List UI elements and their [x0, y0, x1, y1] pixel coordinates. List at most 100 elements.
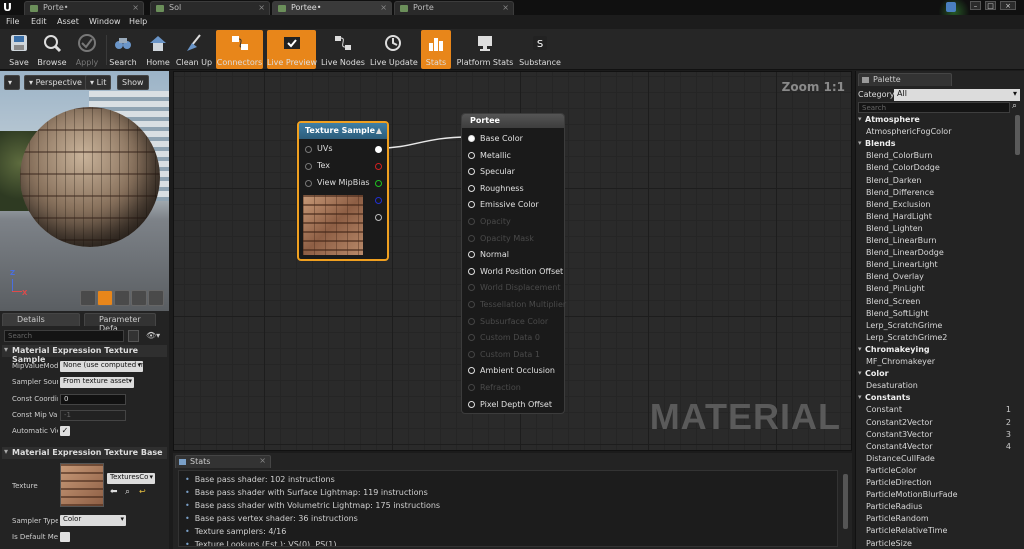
palette-item[interactable]: MF_Chromakeyer: [858, 357, 1013, 369]
material-graph-canvas[interactable]: Zoom 1:1 MATERIAL Texture Sample ▲ UVs Te…: [173, 71, 852, 451]
palette-category[interactable]: Blends: [858, 139, 1013, 151]
a-output-pin[interactable]: [375, 214, 382, 221]
palette-item[interactable]: Lerp_ScratchGrime: [858, 321, 1013, 333]
material-input-pin[interactable]: [468, 234, 475, 242]
tab-details[interactable]: Details: [2, 313, 80, 326]
tab-porte-2[interactable]: Porte ×: [394, 1, 514, 15]
section-texture-base[interactable]: Material Expression Texture Base: [2, 447, 167, 459]
collapse-arrow-icon[interactable]: ▲: [376, 126, 382, 135]
platform-stats-button[interactable]: Platform Stats: [456, 30, 514, 69]
eye-icon[interactable]: 👁▾: [146, 331, 160, 340]
tab-porte-1[interactable]: Porte• ×: [24, 1, 144, 15]
tab-palette[interactable]: Palette: [858, 73, 952, 86]
palette-item[interactable]: Constant4Vector 4: [858, 442, 1013, 454]
maximize-button[interactable]: □: [985, 1, 996, 10]
g-output-pin[interactable]: [375, 180, 382, 187]
details-search-input[interactable]: Search: [4, 330, 124, 342]
palette-item[interactable]: Constant2Vector 2: [858, 418, 1013, 430]
palette-item[interactable]: ParticleRandom: [858, 514, 1013, 526]
material-node-header[interactable]: Portee: [462, 114, 564, 128]
uvs-input-pin[interactable]: [305, 146, 312, 153]
perspective-button[interactable]: ▾ Perspective: [24, 75, 87, 90]
palette-item[interactable]: Blend_Lighten: [858, 224, 1013, 236]
palette-item[interactable]: Blend_ColorDodge: [858, 163, 1013, 175]
save-button[interactable]: Save: [4, 30, 34, 69]
material-input-pin[interactable]: [468, 367, 475, 375]
close-icon[interactable]: ×: [502, 3, 509, 12]
menu-file[interactable]: File: [6, 17, 19, 26]
tab-sol[interactable]: Sol ×: [150, 1, 270, 15]
menu-help[interactable]: Help: [129, 17, 147, 26]
search-icon[interactable]: ⌕: [1012, 101, 1017, 111]
connectors-button[interactable]: Connectors: [216, 30, 263, 69]
palette-item[interactable]: Blend_PinLight: [858, 284, 1013, 296]
plane-shape-button[interactable]: [114, 290, 130, 306]
substance-button[interactable]: S Substance: [518, 30, 562, 69]
palette-item[interactable]: Lerp_ScratchGrime2: [858, 333, 1013, 345]
tab-parameter-defaults[interactable]: Parameter Defa: [84, 313, 156, 333]
mip-value-mode-combo[interactable]: None (use computed m: [60, 361, 143, 372]
palette-item[interactable]: Blend_Screen: [858, 297, 1013, 309]
material-input-pin[interactable]: [468, 267, 475, 275]
sampler-source-combo[interactable]: From texture asset: [60, 377, 134, 388]
mipbias-input-pin[interactable]: [305, 180, 312, 187]
grid-view-icon[interactable]: [128, 330, 139, 342]
palette-item[interactable]: ParticleColor: [858, 466, 1013, 478]
tab-stats[interactable]: Stats ×: [175, 455, 271, 468]
cube-shape-button[interactable]: [131, 290, 147, 306]
menu-asset[interactable]: Asset: [57, 17, 79, 26]
material-input-pin[interactable]: [468, 334, 475, 342]
texture-sample-header[interactable]: Texture Sample ▲: [299, 123, 387, 139]
close-icon[interactable]: ×: [380, 3, 387, 12]
home-button[interactable]: Home: [144, 30, 172, 69]
lit-button[interactable]: ▾ Lit: [85, 75, 112, 90]
sampler-type-combo[interactable]: Color: [60, 515, 126, 526]
palette-item[interactable]: Blend_Darken: [858, 176, 1013, 188]
close-icon[interactable]: ×: [259, 456, 266, 465]
browse-button[interactable]: Browse: [37, 30, 67, 69]
is-default-meshpaint-checkbox[interactable]: [60, 532, 70, 542]
close-icon[interactable]: ×: [132, 3, 139, 12]
palette-item[interactable]: Constant3Vector 3: [858, 430, 1013, 442]
b-output-pin[interactable]: [375, 197, 382, 204]
palette-item[interactable]: Blend_Difference: [858, 188, 1013, 200]
material-input-pin[interactable]: [468, 317, 475, 325]
palette-item[interactable]: AtmosphericFogColor: [858, 127, 1013, 139]
palette-scrollbar[interactable]: [1015, 115, 1020, 155]
live-preview-button[interactable]: Live Preview: [267, 30, 317, 69]
palette-item[interactable]: ParticleRelativeTime: [858, 526, 1013, 538]
palette-item[interactable]: Blend_SoftLight: [858, 309, 1013, 321]
material-input-pin[interactable]: [468, 384, 475, 391]
material-input-pin[interactable]: [468, 151, 475, 159]
palette-item[interactable]: Blend_ColorBurn: [858, 151, 1013, 163]
material-input-pin[interactable]: [468, 350, 475, 358]
palette-item[interactable]: Blend_Overlay: [858, 272, 1013, 284]
clean-up-button[interactable]: Clean Up: [175, 30, 213, 69]
material-input-pin[interactable]: [468, 218, 475, 225]
use-selected-arrow-icon[interactable]: ⬅: [110, 487, 118, 497]
category-combo[interactable]: All: [894, 89, 1020, 101]
palette-item[interactable]: ParticleSize: [858, 539, 1013, 548]
apply-button[interactable]: Apply: [72, 30, 102, 69]
source-control-icon[interactable]: [946, 2, 956, 12]
material-input-pin[interactable]: [468, 284, 475, 292]
cylinder-shape-button[interactable]: [80, 290, 96, 306]
palette-category[interactable]: Color: [858, 369, 1013, 381]
palette-item[interactable]: Blend_LinearBurn: [858, 236, 1013, 248]
search-button[interactable]: Search: [108, 30, 138, 69]
live-nodes-button[interactable]: Live Nodes: [320, 30, 366, 69]
tab-portee[interactable]: Portee• ×: [272, 1, 392, 15]
section-texture-sample[interactable]: Material Expression Texture Sample: [2, 345, 167, 364]
material-input-pin[interactable]: [468, 168, 475, 176]
palette-item[interactable]: ParticleDirection: [858, 478, 1013, 490]
viewport-options-button[interactable]: ▾: [4, 75, 20, 90]
material-input-pin[interactable]: [468, 184, 475, 192]
palette-category[interactable]: Atmosphere: [858, 115, 1013, 127]
menu-edit[interactable]: Edit: [31, 17, 47, 26]
material-input-pin[interactable]: [468, 251, 475, 259]
live-update-button[interactable]: Live Update: [370, 30, 418, 69]
r-output-pin[interactable]: [375, 163, 382, 170]
palette-item[interactable]: ParticleRadius: [858, 502, 1013, 514]
material-input-pin[interactable]: [468, 201, 475, 209]
stats-button[interactable]: Stats: [421, 30, 451, 69]
